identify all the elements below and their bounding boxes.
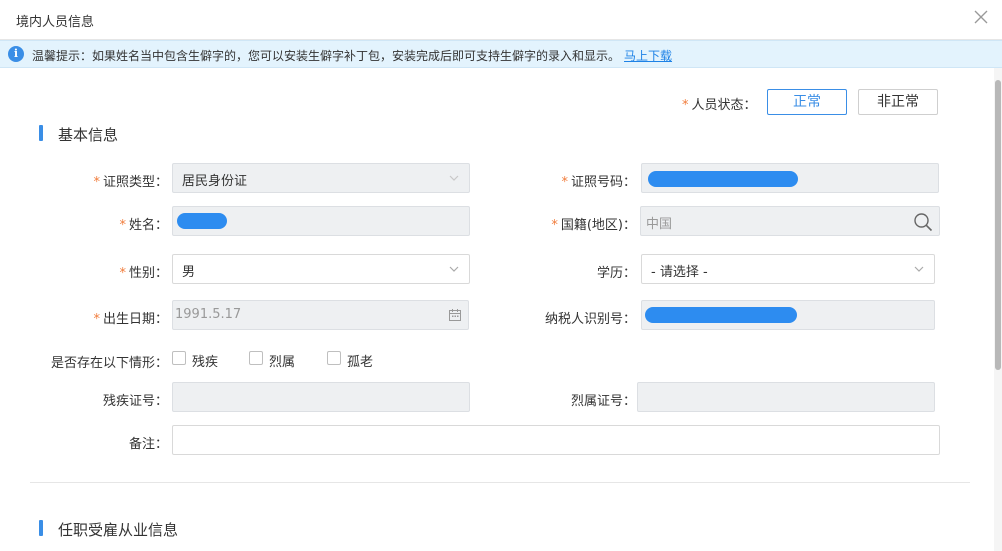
info-icon: i: [8, 46, 24, 62]
search-icon[interactable]: [912, 211, 934, 233]
chevron-down-icon: [914, 266, 924, 272]
section-title: 任职受雇从业信息: [58, 521, 179, 539]
nationality-label-text: 国籍(地区)：: [560, 218, 636, 233]
gender-value: 男: [182, 265, 196, 280]
checkbox-box[interactable]: [172, 351, 186, 365]
name-field[interactable]: [172, 206, 470, 236]
martyr-cert-label: 烈属证号：: [570, 394, 636, 409]
section-title: 基本信息: [58, 126, 119, 144]
gender-label-text: 性别：: [128, 266, 168, 281]
education-value: - 请选择 -: [651, 265, 708, 280]
required-marker: *: [93, 312, 100, 327]
scrollbar[interactable]: [994, 68, 1002, 551]
id-type-select[interactable]: 居民身份证: [172, 163, 470, 193]
dialog-title: 境内人员信息: [16, 15, 95, 30]
id-number-label: * 证照号码：: [500, 171, 636, 190]
conditions-label: 是否存在以下情形：: [50, 356, 168, 371]
nationality-label: * 国籍(地区)：: [500, 214, 636, 233]
name-label: * 姓名：: [40, 214, 168, 233]
name-label-text: 姓名：: [128, 218, 168, 233]
chevron-down-icon: [449, 175, 459, 181]
status-abnormal-button[interactable]: 非正常: [858, 89, 938, 115]
education-label: 学历：: [596, 266, 636, 281]
nationality-value: 中国: [646, 217, 673, 232]
section-marker: [39, 520, 43, 536]
education-select[interactable]: - 请选择 -: [641, 254, 935, 284]
redacted-value: [648, 171, 798, 187]
dialog-titlebar: 境内人员信息: [0, 0, 1002, 40]
status-label: * 人员状态：: [682, 94, 757, 113]
checkbox-box[interactable]: [327, 351, 341, 365]
nationality-field[interactable]: 中国: [640, 206, 940, 236]
checkbox-box[interactable]: [249, 351, 263, 365]
download-link[interactable]: 马上下载: [624, 49, 672, 63]
required-marker: *: [561, 175, 568, 190]
status-normal-button[interactable]: 正常: [767, 89, 847, 115]
id-number-field[interactable]: [641, 163, 939, 193]
section-marker: [39, 125, 43, 141]
redacted-value: [177, 213, 227, 229]
taxpayer-id-label: 纳税人识别号：: [544, 312, 636, 327]
required-marker: *: [551, 218, 558, 233]
checkbox-label: 孤老: [347, 355, 374, 370]
checkbox-label: 烈属: [269, 355, 296, 370]
status-label-text: 人员状态：: [691, 98, 757, 113]
birth-date-label-text: 出生日期：: [102, 312, 168, 327]
required-marker: *: [119, 218, 126, 233]
martyr-cert-field[interactable]: [637, 382, 935, 412]
gender-select[interactable]: 男: [172, 254, 470, 284]
id-type-value: 居民身份证: [182, 174, 248, 189]
close-icon[interactable]: [970, 6, 992, 28]
id-type-label-text: 证照类型：: [102, 175, 168, 190]
required-marker: *: [682, 98, 689, 113]
disability-cert-field[interactable]: [172, 382, 470, 412]
notice-text: 温馨提示：如果姓名当中包含生僻字的，您可以安装生僻字补丁包，安装完成后即可支持生…: [32, 47, 672, 64]
birth-date-label: * 出生日期：: [40, 308, 168, 327]
section-divider: [30, 482, 970, 483]
notice-message: 温馨提示：如果姓名当中包含生僻字的，您可以安装生僻字补丁包，安装完成后即可支持生…: [32, 49, 621, 63]
birth-date-value: 1991.5.17: [175, 307, 242, 322]
id-type-label: * 证照类型：: [40, 171, 168, 190]
notice-bar: i 温馨提示：如果姓名当中包含生僻字的，您可以安装生僻字补丁包，安装完成后即可支…: [0, 40, 1002, 68]
birth-date-field[interactable]: 1991.5.17: [172, 300, 469, 330]
scrollbar-thumb[interactable]: [995, 80, 1001, 370]
remarks-input[interactable]: [172, 425, 940, 455]
chevron-down-icon: [449, 266, 459, 272]
disability-cert-label: 残疾证号：: [102, 394, 168, 409]
gender-label: * 性别：: [40, 262, 168, 281]
redacted-value: [645, 307, 797, 323]
required-marker: *: [119, 266, 126, 281]
remarks-label: 备注：: [128, 437, 168, 452]
calendar-icon[interactable]: [448, 308, 462, 322]
taxpayer-id-field[interactable]: [641, 300, 935, 330]
required-marker: *: [93, 175, 100, 190]
id-number-label-text: 证照号码：: [570, 175, 636, 190]
checkbox-label: 残疾: [192, 355, 219, 370]
